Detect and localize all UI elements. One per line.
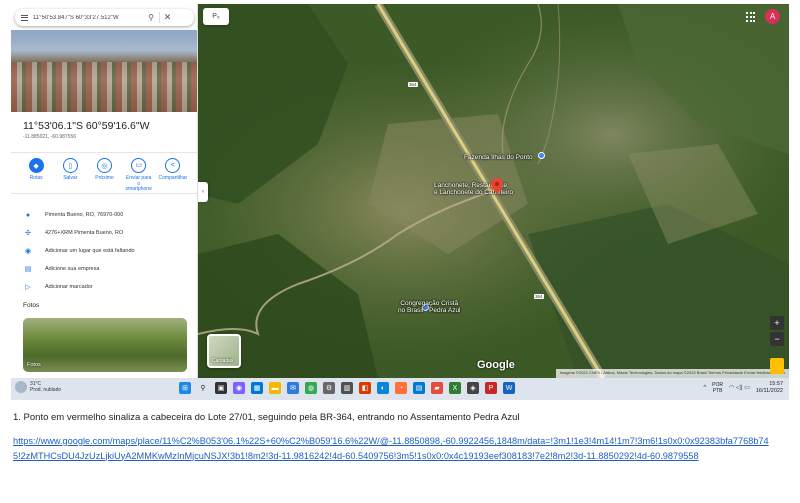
excel-icon[interactable]: X	[449, 382, 461, 394]
photos-heading: Fotos	[23, 302, 40, 309]
info-row-add-business[interactable]: ▤ Adicione sua empresa	[11, 260, 197, 278]
place-hero-photo[interactable]	[11, 30, 197, 112]
search-input[interactable]	[33, 14, 143, 21]
place-side-panel: ⚲ ✕ 11°53'06.1"S 60°59'16.6"W -11.885021…	[11, 4, 198, 378]
info-row-add-label[interactable]: ▷ Adicionar marcador	[11, 278, 197, 296]
save-button[interactable]: ▯ Salvar	[56, 158, 84, 193]
cloud-icon	[15, 381, 27, 393]
firefox-icon[interactable]: ◔	[395, 382, 407, 394]
language-bottom: PTB	[712, 387, 723, 394]
google-logo: Google	[477, 359, 515, 371]
map-layers-button[interactable]: P₅	[203, 8, 229, 25]
plus-code-icon: ✣	[25, 230, 31, 237]
share-button[interactable]: < Compartilhar	[159, 158, 187, 193]
mail-icon[interactable]: ✉	[287, 382, 299, 394]
red-location-pin-icon[interactable]	[491, 178, 503, 194]
road-shield-br364: 364	[408, 82, 418, 87]
layer-toggle-thumbnail[interactable]: Camadas	[207, 334, 241, 368]
nearby-button[interactable]: ◎ Próximo	[90, 158, 118, 193]
chrome-icon[interactable]: ◍	[305, 382, 317, 394]
google-maps-link[interactable]: https://www.google.com/maps/place/11%C2%…	[13, 434, 773, 463]
directions-button[interactable]: ◆ Rotas	[22, 158, 50, 193]
add-business-text: Adicione sua empresa	[45, 266, 100, 272]
store-icon[interactable]: ▤	[413, 382, 425, 394]
edge-icon[interactable]: ◐	[377, 382, 389, 394]
photos-thumb-label: Fotos	[27, 362, 41, 368]
place-title: 11°53'06.1"S 60°59'16.6"W	[23, 120, 150, 132]
nearby-label: Próximo	[95, 175, 114, 181]
tray-overflow-icon[interactable]: ^	[703, 385, 706, 391]
document-caption: 1. Ponto em vermelho sinaliza a cabeceir…	[13, 412, 520, 423]
system-tray: ^ POR PTB ◠ ◁) ▭ 15:57 16/11/2022	[703, 381, 783, 395]
layer-toggle-label: Camadas	[212, 358, 234, 364]
send-to-phone-icon: ▭	[131, 158, 147, 173]
weather-desc: Prod. nublado	[30, 387, 62, 393]
media-icon[interactable]: ◈	[467, 382, 479, 394]
place-coordinates: -11.885021, -60.987556	[23, 134, 77, 140]
label-fazenda[interactable]: Fazenda Ilhas do Ponto	[464, 154, 533, 161]
action-bar: ◆ Rotas ▯ Salvar ◎ Próximo ▭ Enviar para…	[11, 152, 197, 194]
save-label: Salvar	[63, 175, 78, 181]
send-to-phone-button[interactable]: ▭ Enviar para o smartphone	[125, 158, 153, 193]
info-row-add-place[interactable]: ◉ Adicionar um lugar que está faltando	[11, 242, 197, 260]
search-taskbar-icon[interactable]: ⚲	[197, 382, 209, 394]
photos-app-icon[interactable]: ▦	[251, 382, 263, 394]
label-igreja[interactable]: Congregação Cristã no Brasil - Pedra Azu…	[398, 300, 461, 314]
street-view-pegman-icon[interactable]	[770, 358, 784, 374]
clock-date: 16/11/2022	[755, 387, 783, 394]
google-apps-icon[interactable]	[746, 12, 756, 22]
business-icon: ▤	[24, 266, 32, 273]
file-explorer-icon[interactable]: ▬	[269, 382, 281, 394]
plus-code-text: 4276+XRM Pimenta Bueno, RO	[45, 230, 124, 236]
zoom-out-button[interactable]: −	[770, 332, 784, 346]
nearby-icon: ◎	[96, 158, 112, 173]
word-icon[interactable]: W	[503, 382, 515, 394]
send-to-phone-label: Enviar para o smartphone	[125, 174, 152, 193]
add-place-icon: ◉	[24, 248, 32, 255]
task-view-icon[interactable]: ▣	[215, 382, 227, 394]
language-top: POR	[712, 381, 724, 388]
info-row-plus-code[interactable]: ✣ 4276+XRM Pimenta Bueno, RO	[11, 224, 197, 242]
share-icon: <	[165, 158, 181, 173]
account-avatar[interactable]: A	[765, 9, 780, 24]
pdf-icon[interactable]: ▰	[431, 382, 443, 394]
info-row-address[interactable]: ● Pimenta Bueno, RO, 76970-000	[11, 206, 197, 224]
close-icon[interactable]: ✕	[159, 12, 175, 23]
wifi-volume-battery-icon[interactable]: ◠ ◁) ▭	[729, 384, 750, 391]
collapse-panel-button[interactable]: ‹	[198, 182, 208, 202]
share-label: Compartilhar	[158, 175, 188, 181]
clock[interactable]: 15:57 16/11/2022	[756, 381, 783, 395]
zoom-in-button[interactable]: +	[770, 316, 784, 330]
search-box[interactable]: ⚲ ✕	[15, 9, 194, 26]
add-place-text: Adicionar um lugar que está faltando	[45, 248, 135, 254]
directions-icon: ◆	[28, 158, 44, 173]
powerpoint-icon[interactable]: P	[485, 382, 497, 394]
chat-icon[interactable]: ◉	[233, 382, 245, 394]
screenshot: P₅ 364 364 Fazenda Ilhas do Ponto Lancho…	[11, 4, 789, 400]
menu-icon[interactable]	[15, 14, 33, 21]
start-icon[interactable]: ⊞	[179, 382, 191, 394]
taskbar-apps: ⊞ ⚲ ▣ ◉ ▦ ▬ ✉ ◍ ⚙ ▥ ◧ ◐ ◔ ▤ ▰ X ◈ P W	[179, 382, 515, 394]
photos-thumbnail[interactable]: Fotos	[23, 318, 187, 372]
language-indicator[interactable]: POR PTB	[712, 382, 723, 394]
bookmark-icon: ▯	[62, 158, 78, 173]
map-canvas[interactable]: P₅ 364 364 Fazenda Ilhas do Ponto Lancho…	[198, 4, 789, 378]
location-pin-icon: ●	[25, 211, 31, 219]
weather-widget[interactable]: 31°C Prod. nublado	[15, 381, 61, 393]
layers-label: P₅	[212, 13, 220, 20]
label-icon: ▷	[25, 284, 31, 291]
clock-time: 15:57	[769, 381, 783, 387]
directions-label: Rotas	[29, 175, 43, 181]
add-label-text: Adicionar marcador	[45, 284, 93, 290]
poi-fazenda-icon[interactable]	[538, 152, 545, 159]
road-shield-br364-south: 364	[534, 294, 544, 299]
office-icon[interactable]: ◧	[359, 382, 371, 394]
search-icon[interactable]: ⚲	[143, 13, 159, 22]
map-attribution: Imagens ©2022 CNES / Airbus, Maxar Techn…	[555, 369, 789, 378]
settings-icon[interactable]: ⚙	[323, 382, 335, 394]
app-icon-generic[interactable]: ▥	[341, 382, 353, 394]
windows-taskbar: 31°C Prod. nublado ⊞ ⚲ ▣ ◉ ▦ ▬ ✉ ◍ ⚙ ▥ ◧…	[11, 378, 789, 400]
address-text: Pimenta Bueno, RO, 76970-000	[45, 212, 124, 218]
